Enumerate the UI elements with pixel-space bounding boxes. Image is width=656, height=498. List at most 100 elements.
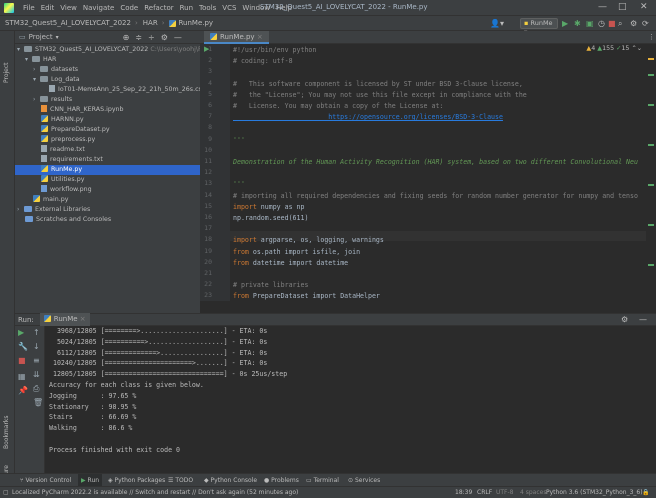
tree-label: Log_data [51, 76, 80, 83]
tree-item-scratches[interactable]: Scratches and Consoles [25, 215, 111, 225]
line-number: 8 [208, 123, 212, 132]
menu-code[interactable]: Code [120, 4, 138, 12]
caret-position[interactable]: 18:39 [455, 487, 472, 498]
weak-warning-marker[interactable] [648, 184, 654, 186]
update-icon[interactable]: ⟳ [642, 18, 649, 29]
print-icon[interactable]: ⎙ [33, 384, 39, 394]
weak-warning-marker[interactable] [648, 74, 654, 76]
weak-warning-marker[interactable] [648, 144, 654, 146]
panel-toggle-icon[interactable]: ▢ [3, 487, 9, 498]
tree-label: results [51, 96, 73, 103]
python-interpreter[interactable]: Python 3.6 (STM32_Python_3_6) [546, 487, 643, 498]
run-config-select[interactable]: ▪ RunMe ▾ [520, 18, 558, 36]
chevron-down-icon[interactable]: ⌄ [637, 45, 642, 52]
settings-gear-icon[interactable]: ⚙ [630, 18, 637, 29]
menu-file[interactable]: File [23, 4, 35, 12]
tree-item-datasets[interactable]: › datasets [33, 65, 78, 75]
profile-icon[interactable]: ◷ [598, 18, 605, 29]
menu-run[interactable]: Run [180, 4, 193, 12]
project-panel-title[interactable]: Project [29, 33, 53, 41]
editor-tab-bar: RunMe.py × ⋮ [200, 31, 656, 44]
menu-tools[interactable]: Tools [199, 4, 216, 12]
gear-icon[interactable]: ⚙ [161, 33, 168, 42]
soft-wrap-icon[interactable]: ≡ [33, 356, 40, 365]
tree-item-external-libraries[interactable]: › External Libraries [17, 205, 90, 215]
pin-icon[interactable]: 📌 [18, 386, 28, 395]
debug-icon[interactable]: ✱ [574, 18, 581, 29]
run-tab[interactable]: RunMe × [39, 313, 90, 326]
run-icon[interactable]: ▶ [562, 18, 568, 29]
run-console-output[interactable]: 3968/12805 [========>...................… [45, 326, 656, 473]
close-tab-icon[interactable]: × [257, 33, 263, 41]
collapse-all-icon[interactable]: ≑ [135, 33, 142, 42]
console-line: Stairs : 66.69 % [49, 413, 137, 422]
add-icon[interactable]: ⊕ [123, 33, 130, 42]
menu-view[interactable]: View [60, 4, 77, 12]
chevron-down-icon[interactable]: ▾ [56, 34, 59, 41]
weak-warning-marker[interactable] [648, 224, 654, 226]
tree-item-csv[interactable]: IoT01-MemsAnn_25_Sep_22_21h_50m_26s.csv [49, 85, 206, 95]
down-arrow-icon[interactable]: ↓ [33, 342, 40, 351]
tree-item-main[interactable]: main.py [33, 195, 68, 205]
tree-item-harnn[interactable]: HARNN.py [41, 115, 84, 125]
breadcrumb-runme[interactable]: RunMe.py [179, 19, 214, 27]
tree-item-ipynb[interactable]: CNN_HAR_KERAS.ipynb [41, 105, 124, 115]
layout-icon[interactable]: ▦ [18, 372, 26, 381]
close-tab-icon[interactable]: × [80, 315, 86, 323]
project-tool-button[interactable]: Project [3, 62, 10, 83]
gear-icon[interactable]: ⚙ [621, 315, 628, 324]
file-encoding[interactable]: UTF-8 [496, 487, 514, 498]
code-line: #!/usr/bin/env python [233, 45, 316, 55]
breadcrumb-project[interactable]: STM32_Quest5_AI_LOVELYCAT_2022 [5, 19, 131, 27]
status-message[interactable]: Localized PyCharm 2022.2 is available //… [12, 487, 298, 498]
menu-vcs[interactable]: VCS [222, 4, 236, 12]
close-icon[interactable]: ✕ [640, 2, 648, 12]
line-separator[interactable]: CRLF [477, 487, 492, 498]
tree-item-utilities[interactable]: Utilities.py [41, 175, 84, 185]
tree-item-readme[interactable]: readme.txt [41, 145, 85, 155]
inspection-widget[interactable]: ▲4 ▲155 ✓15 ⌃⌄ [586, 45, 642, 52]
lock-icon[interactable]: 🔒 [642, 487, 649, 498]
tree-item-runme[interactable]: RunMe.py [15, 165, 200, 175]
tab-runme[interactable]: RunMe.py × [204, 31, 269, 44]
line-number: 23 [204, 291, 212, 300]
minimize-icon[interactable]: — [598, 2, 607, 12]
menu-navigate[interactable]: Navigate [83, 4, 114, 12]
stop-icon[interactable]: ■ [18, 356, 26, 365]
scroll-to-end-icon[interactable]: ⇊ [33, 370, 40, 379]
branch-icon: ⑂ [20, 477, 24, 484]
menu-refactor[interactable]: Refactor [144, 4, 173, 12]
coverage-icon[interactable]: ▣ [586, 18, 594, 29]
menu-edit[interactable]: Edit [41, 4, 55, 12]
tree-item-workflow[interactable]: workflow.png [41, 185, 92, 195]
weak-warning-marker[interactable] [648, 104, 654, 106]
breadcrumb-har[interactable]: HAR [143, 19, 158, 27]
editor-error-stripe[interactable] [646, 44, 656, 301]
more-tabs-icon[interactable]: ⋮ [648, 33, 655, 41]
user-icon[interactable]: 👤▾ [490, 18, 504, 29]
weak-warning-marker[interactable] [648, 264, 654, 266]
rerun-icon[interactable]: ▶ [18, 328, 24, 337]
tree-item-har[interactable]: ▾ HAR [25, 55, 56, 65]
hide-icon[interactable]: — [639, 315, 647, 324]
trash-icon[interactable]: 🗑 [33, 398, 43, 407]
expand-icon[interactable]: ÷ [148, 33, 155, 42]
stop-icon[interactable]: ■ [608, 18, 616, 29]
up-arrow-icon[interactable]: ↑ [33, 328, 40, 337]
tree-item-preparedataset[interactable]: PrepareDataset.py [41, 125, 110, 135]
maximize-icon[interactable]: □ [618, 2, 627, 12]
hide-icon[interactable]: — [174, 33, 182, 42]
search-icon[interactable]: ⌕ [618, 18, 622, 29]
code-editor[interactable]: ▲4 ▲155 ✓15 ⌃⌄ #!/usr/bin/env python # co… [230, 44, 646, 301]
bookmarks-tool-button[interactable]: Bookmarks [3, 415, 10, 449]
tree-item-preprocess[interactable]: preprocess.py [41, 135, 95, 145]
tree-item-root[interactable]: ▾ STM32_Quest5_AI_LOVELYCAT_2022 C:\Users… [17, 45, 206, 55]
tree-item-results[interactable]: › results [33, 95, 72, 105]
bottom-tool-label: Python Console [210, 477, 258, 484]
tree-item-log-data[interactable]: ▾ Log_data [33, 75, 80, 85]
warning-marker[interactable] [648, 58, 654, 60]
indent-setting[interactable]: 4 spaces [520, 487, 546, 498]
tree-item-requirements[interactable]: requirements.txt [41, 155, 103, 165]
wrench-icon[interactable]: 🔧 [18, 342, 28, 351]
line-number: 14 [204, 190, 212, 199]
